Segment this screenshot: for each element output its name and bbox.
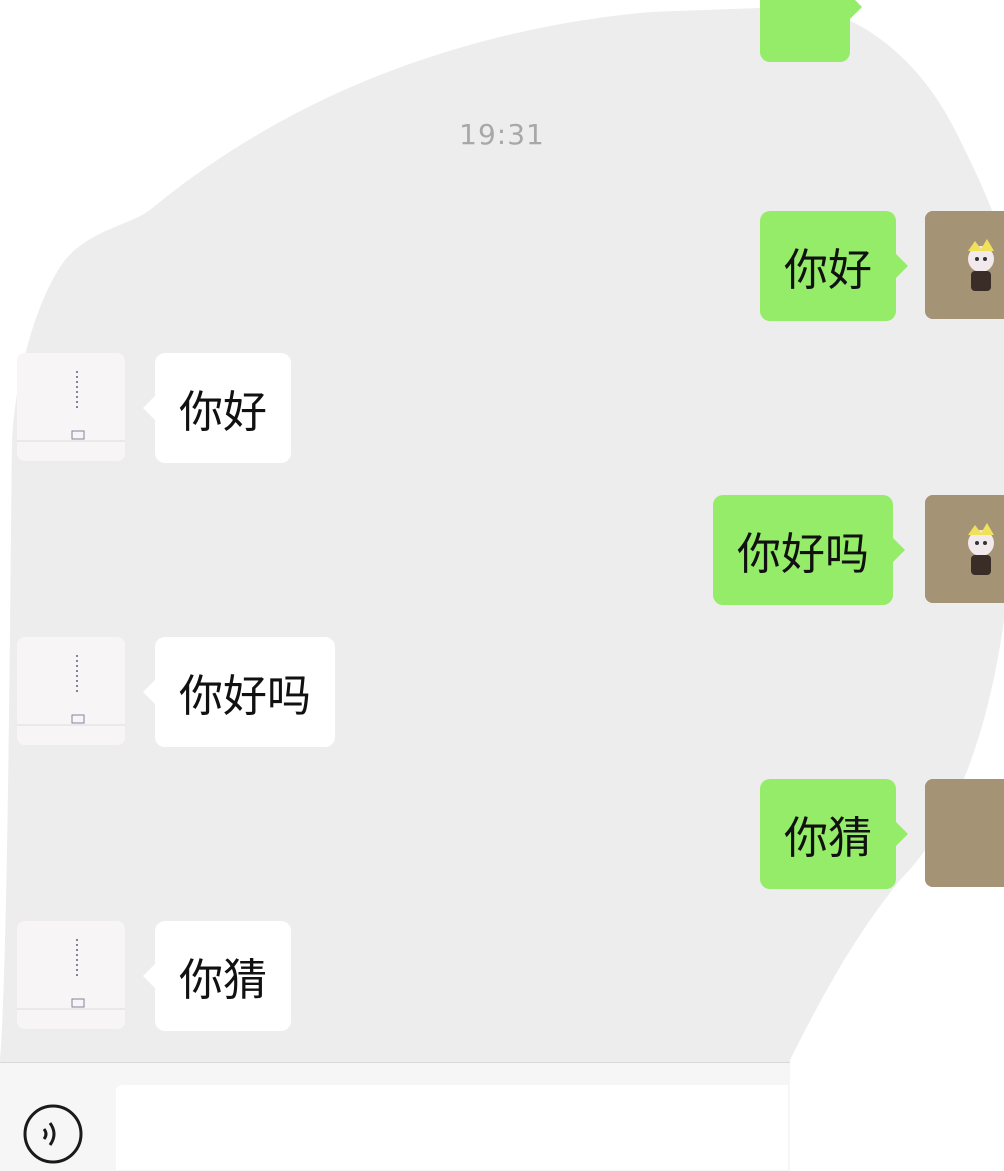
- cartoon-character-avatar-icon: [925, 211, 1004, 319]
- outgoing-message-bubble-partial[interactable]: [760, 0, 862, 62]
- message-text: 你猜: [179, 955, 267, 1006]
- contact-avatar[interactable]: [17, 353, 125, 461]
- message-timestamp: 19:31: [459, 118, 545, 151]
- cartoon-character-avatar-icon: [925, 495, 1004, 603]
- outgoing-message-bubble[interactable]: 你猜: [760, 779, 908, 889]
- message-input[interactable]: [116, 1085, 788, 1170]
- incoming-message-bubble[interactable]: 你猜: [143, 921, 291, 1031]
- voice-icon[interactable]: [22, 1103, 84, 1165]
- incoming-message-bubble[interactable]: 你好吗: [143, 637, 335, 747]
- message-text: 你好: [179, 387, 267, 438]
- message-text: 你好吗: [179, 671, 311, 722]
- my-avatar[interactable]: [925, 495, 1004, 603]
- calligraphy-avatar-icon: [17, 637, 125, 745]
- message-text: 你好: [784, 245, 872, 296]
- message-text: 你猜: [784, 813, 872, 864]
- my-avatar[interactable]: [925, 211, 1004, 319]
- calligraphy-avatar-icon: [17, 921, 125, 1029]
- contact-avatar[interactable]: [17, 637, 125, 745]
- contact-avatar[interactable]: [17, 921, 125, 1029]
- cartoon-character-avatar-icon: [925, 779, 1004, 887]
- my-avatar[interactable]: [925, 779, 1004, 887]
- outgoing-message-bubble[interactable]: 你好吗: [713, 495, 905, 605]
- outgoing-message-bubble[interactable]: 你好: [760, 211, 908, 321]
- incoming-message-bubble[interactable]: 你好: [143, 353, 291, 463]
- message-text: 你好吗: [737, 529, 869, 580]
- calligraphy-avatar-icon: [17, 353, 125, 461]
